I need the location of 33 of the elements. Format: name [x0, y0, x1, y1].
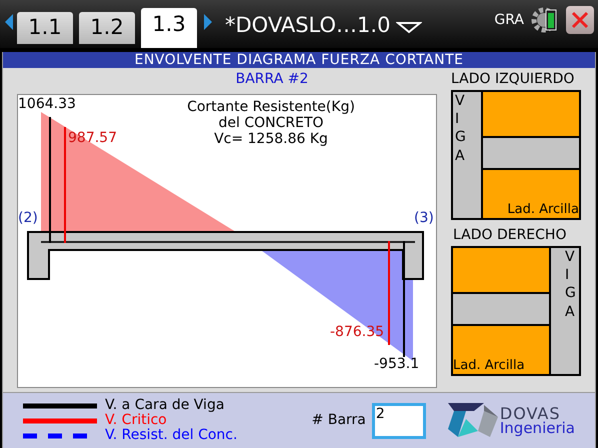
note-text: del CONCRETO: [218, 115, 324, 131]
legend-label: V. a Cara de Viga: [105, 398, 224, 413]
section-title: LADO DERECHO: [452, 226, 568, 245]
node-label: (2): [18, 211, 38, 225]
note-text: Vc= 1258.86 Kg: [214, 131, 328, 147]
logo-text: DOVAS: [500, 406, 561, 420]
tab[interactable]: 1.1: [17, 12, 73, 44]
close-icon: [571, 11, 589, 29]
fill-label: Lad. Arcilla: [453, 358, 525, 374]
mode-label: GRA: [494, 10, 524, 30]
document-title: *DOVASLO…1.0: [225, 15, 390, 36]
logo-subtext: Ingenieria: [500, 420, 575, 436]
bar-number-label: # Barra: [312, 411, 366, 430]
right-arrow-icon[interactable]: [203, 14, 213, 30]
panel-title: ENVOLVENTE DIAGRAMA FUERZA CORTANTE: [3, 52, 595, 68]
note-text: Cortante Resistente(Kg): [187, 99, 355, 115]
section-title: LADO IZQUIERDO: [451, 70, 576, 89]
bar-number-field[interactable]: 2: [372, 402, 426, 438]
min-shear-label: -953.1: [374, 357, 420, 371]
beam-label: VIGA: [455, 92, 466, 165]
left-arrow-icon[interactable]: [4, 14, 14, 30]
max-shear-label: 1064.33: [18, 97, 76, 111]
node-label: (3): [414, 211, 434, 225]
critical-shear-label: 987.57: [68, 131, 117, 145]
fill-label: Lad. Arcilla: [507, 202, 579, 218]
critical-shear-label: -876.35: [330, 325, 384, 339]
diagram-title: BARRA #2: [234, 70, 310, 89]
beam-label: VIGA: [565, 248, 576, 321]
tab[interactable]: 1.2: [79, 12, 135, 44]
dropdown-icon[interactable]: [396, 20, 422, 34]
legend-label: V. Critico: [105, 413, 167, 428]
tab[interactable]: 1.3: [141, 8, 197, 48]
legend-label: V. Resist. del Conc.: [105, 428, 238, 443]
